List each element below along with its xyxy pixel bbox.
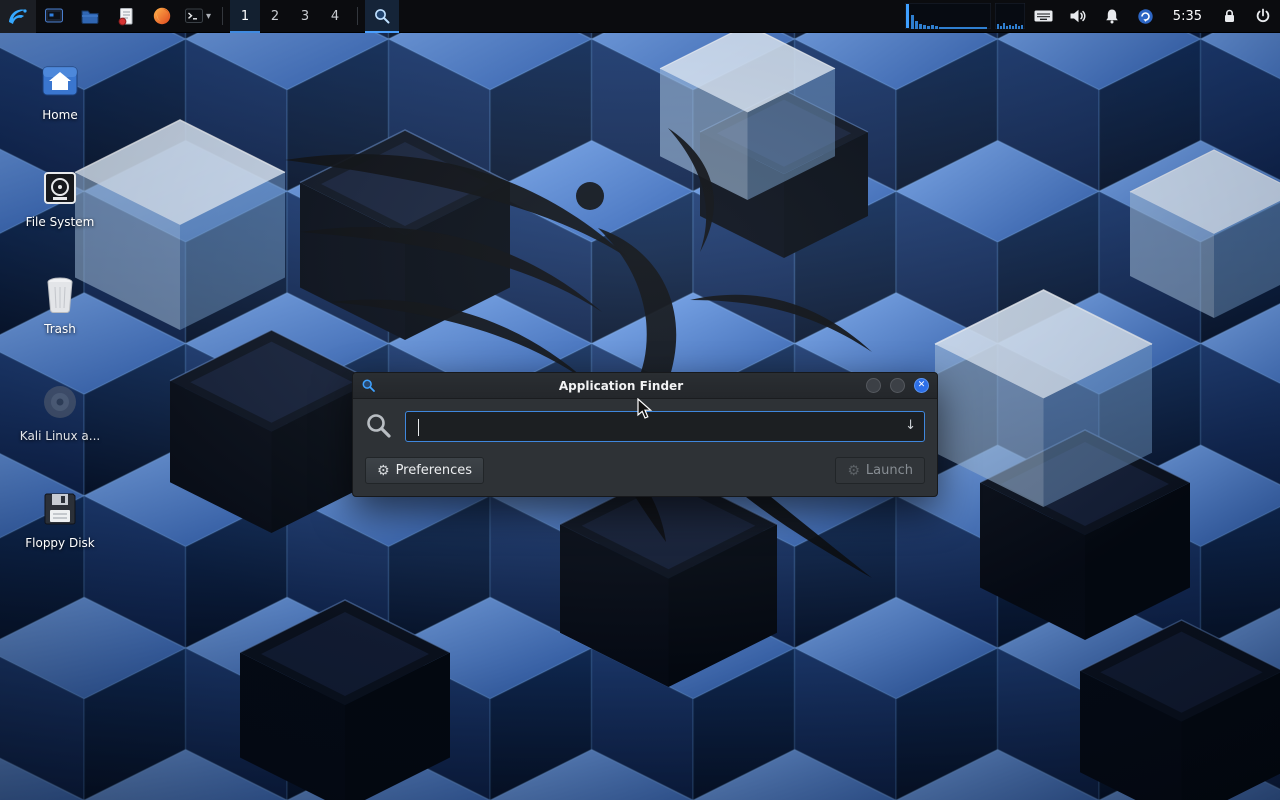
network-graph-icon <box>995 3 1025 29</box>
desktop-icon-floppy-disk[interactable]: Floppy Disk <box>12 486 108 550</box>
power-icon <box>1255 8 1271 24</box>
window-icon-application-finder <box>361 378 376 393</box>
titlebar[interactable]: Application Finder ✕ <box>353 373 937 399</box>
taskbar-application-finder-button[interactable] <box>365 0 399 33</box>
desktop-icon-label: Trash <box>12 322 108 336</box>
desktop-icon-trash[interactable]: Trash <box>12 272 108 336</box>
network-graph-widget[interactable] <box>995 3 1025 29</box>
lock-icon <box>1222 8 1237 24</box>
desktop-icon-label: Floppy Disk <box>12 536 108 550</box>
dropdown-arrow-icon[interactable]: ↓ <box>905 418 916 433</box>
maximize-button[interactable] <box>890 378 905 393</box>
file-manager-button[interactable] <box>72 0 108 33</box>
firefox-button[interactable] <box>144 0 180 33</box>
speaker-icon <box>1069 8 1086 24</box>
show-desktop-button[interactable] <box>36 0 72 33</box>
panel-separator <box>222 7 223 25</box>
window-icon <box>44 7 64 25</box>
mouse-cursor <box>636 398 656 420</box>
update-circle-icon <box>1137 8 1154 25</box>
file-system-icon <box>40 168 80 208</box>
panel-separator <box>357 7 358 25</box>
launch-button[interactable]: ⚙ Launch <box>835 457 925 484</box>
gear-icon: ⚙ <box>377 463 390 479</box>
terminal-icon <box>184 7 204 25</box>
application-finder-window: Application Finder ✕ ↓ ⚙ <box>352 372 938 497</box>
desktop-icon-kali-linux[interactable]: Kali Linux a... <box>12 379 108 443</box>
desktop-icon-home[interactable]: Home <box>12 58 108 122</box>
search-input[interactable] <box>406 412 924 441</box>
workspace-4-label: 4 <box>331 9 339 24</box>
text-caret <box>418 419 419 436</box>
close-icon: ✕ <box>918 381 926 390</box>
desktop-icon-label: Home <box>12 108 108 122</box>
desktop-icon-file-system[interactable]: File System <box>12 165 108 229</box>
updates-indicator[interactable] <box>1129 0 1163 33</box>
workspace-1-button[interactable]: 1 <box>230 0 260 33</box>
clock[interactable]: 5:35 <box>1163 9 1212 24</box>
window-title: Application Finder <box>376 379 866 393</box>
text-editor-button[interactable] <box>108 0 144 33</box>
cpu-graph-widget[interactable] <box>905 3 991 29</box>
text-editor-icon <box>116 7 136 26</box>
application-finder-icon <box>373 7 391 25</box>
search-icon <box>365 412 393 440</box>
search-field-container: ↓ <box>405 411 925 442</box>
preferences-label: Preferences <box>396 463 472 478</box>
workspace-3-label: 3 <box>301 9 309 24</box>
desktop-icon-label: Kali Linux a... <box>12 429 108 443</box>
kali-docs-icon <box>40 382 80 422</box>
trash-icon <box>41 274 79 316</box>
firefox-icon <box>152 6 172 26</box>
screen-lock-indicator[interactable] <box>1212 0 1246 33</box>
panel-right-group: 5:35 <box>903 0 1280 33</box>
workspace-2-label: 2 <box>271 9 279 24</box>
minimize-button[interactable] <box>866 378 881 393</box>
kali-logo-icon <box>6 5 30 27</box>
keyboard-layout-indicator[interactable] <box>1027 0 1061 33</box>
workspace-1-label: 1 <box>241 9 249 24</box>
keyboard-icon <box>1034 8 1053 24</box>
desktop: ▾ 1 2 3 4 <box>0 0 1280 800</box>
logout-button[interactable] <box>1246 0 1280 33</box>
volume-indicator[interactable] <box>1061 0 1095 33</box>
bell-icon <box>1104 8 1120 24</box>
terminal-launcher[interactable]: ▾ <box>180 0 215 33</box>
desktop-icon-label: File System <box>12 215 108 229</box>
workspace-3-button[interactable]: 3 <box>290 0 320 33</box>
clock-label: 5:35 <box>1173 9 1202 24</box>
launch-label: Launch <box>866 463 913 478</box>
cpu-graph-icon <box>905 3 991 29</box>
folder-icon <box>80 7 100 25</box>
terminal-dropdown-caret-icon[interactable]: ▾ <box>206 11 211 22</box>
floppy-disk-icon <box>40 489 80 529</box>
kali-menu-button[interactable] <box>0 0 36 33</box>
notifications-indicator[interactable] <box>1095 0 1129 33</box>
close-button[interactable]: ✕ <box>914 378 929 393</box>
home-icon <box>39 60 81 102</box>
top-panel: ▾ 1 2 3 4 <box>0 0 1280 33</box>
preferences-button[interactable]: ⚙ Preferences <box>365 457 484 484</box>
workspace-4-button[interactable]: 4 <box>320 0 350 33</box>
launch-icon: ⚙ <box>847 463 860 479</box>
workspace-2-button[interactable]: 2 <box>260 0 290 33</box>
